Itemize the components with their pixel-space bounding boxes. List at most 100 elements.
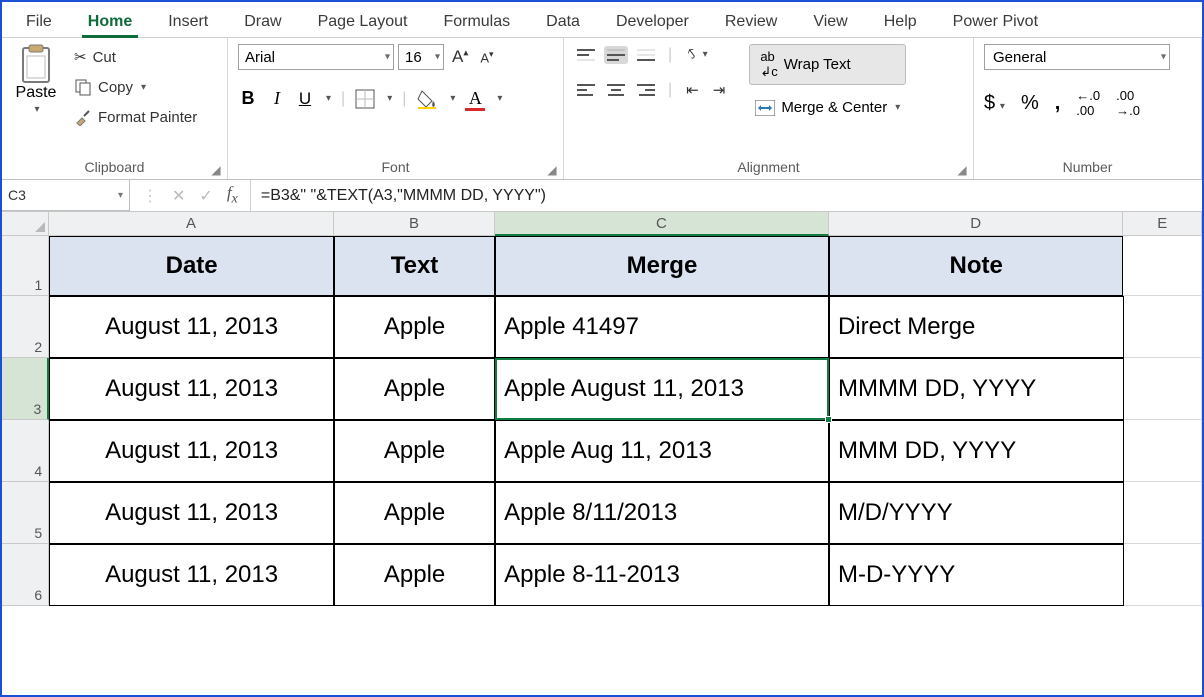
cell-D2[interactable]: Direct Merge: [829, 296, 1124, 358]
wrap-text-button[interactable]: ab↲c Wrap Text: [749, 44, 906, 85]
chevron-down-icon: ▾: [497, 93, 502, 104]
bold-button[interactable]: B: [238, 88, 258, 109]
alignment-launcher[interactable]: ◢: [955, 163, 969, 177]
cell-D6[interactable]: M-D-YYYY: [829, 544, 1124, 606]
orientation-button[interactable]: ⤣▾: [682, 44, 711, 65]
cell-E5[interactable]: [1124, 482, 1202, 544]
cell-A6[interactable]: August 11, 2013: [49, 544, 334, 606]
cell-D5[interactable]: M/D/YYYY: [829, 482, 1124, 544]
cell-A1[interactable]: Date: [49, 236, 334, 296]
font-size-input[interactable]: [398, 44, 444, 70]
row-header-1[interactable]: 1: [2, 236, 49, 296]
cell-D3[interactable]: MMMM DD, YYYY: [829, 358, 1124, 420]
tab-help[interactable]: Help: [866, 5, 935, 37]
table-row: 3 August 11, 2013 Apple Apple August 11,…: [2, 358, 1202, 420]
tab-formulas[interactable]: Formulas: [425, 5, 528, 37]
row-header-2[interactable]: 2: [2, 296, 49, 358]
font-color-button[interactable]: A: [465, 88, 485, 109]
cell-B2[interactable]: Apple: [334, 296, 495, 358]
percent-format-button[interactable]: %: [1021, 92, 1039, 115]
align-top-button[interactable]: [574, 46, 598, 64]
cell-E2[interactable]: [1124, 296, 1202, 358]
cell-C3-text: Apple August 11, 2013: [504, 375, 744, 403]
merge-center-button[interactable]: Merge & Center ▾: [749, 95, 906, 120]
cell-E6[interactable]: [1124, 544, 1202, 606]
cell-C3[interactable]: Apple August 11, 2013: [495, 358, 829, 420]
underline-button[interactable]: U: [296, 89, 314, 109]
cell-A5[interactable]: August 11, 2013: [49, 482, 334, 544]
cell-B5[interactable]: Apple: [334, 482, 495, 544]
font-launcher[interactable]: ◢: [545, 163, 559, 177]
name-box[interactable]: C3 ▾: [2, 180, 130, 211]
paste-button[interactable]: Paste ▾: [12, 44, 60, 115]
cell-D4[interactable]: MMM DD, YYYY: [829, 420, 1124, 482]
align-center-button[interactable]: [604, 81, 628, 99]
cancel-formula-button[interactable]: ✕: [172, 186, 185, 206]
comma-format-button[interactable]: ,: [1055, 92, 1061, 115]
align-middle-button[interactable]: [604, 46, 628, 64]
align-bottom-button[interactable]: [634, 46, 658, 64]
cell-E1[interactable]: [1123, 236, 1202, 296]
row-header-3[interactable]: 3: [2, 358, 49, 420]
font-name-input[interactable]: [238, 44, 394, 70]
copy-button[interactable]: Copy ▾: [70, 76, 201, 98]
tab-page-layout[interactable]: Page Layout: [300, 5, 426, 37]
clipboard-launcher[interactable]: ◢: [209, 163, 223, 177]
tab-power-pivot[interactable]: Power Pivot: [935, 5, 1056, 37]
cell-B4[interactable]: Apple: [334, 420, 495, 482]
cell-C4[interactable]: Apple Aug 11, 2013: [495, 420, 829, 482]
row-header-6[interactable]: 6: [2, 544, 49, 606]
formula-bar[interactable]: =B3&" "&TEXT(A3,"MMMM DD, YYYY"): [251, 180, 1202, 211]
cell-B3[interactable]: Apple: [334, 358, 495, 420]
tab-home[interactable]: Home: [70, 5, 150, 37]
italic-button[interactable]: I: [268, 88, 286, 109]
col-header-A[interactable]: A: [49, 212, 334, 236]
tab-view[interactable]: View: [795, 5, 865, 37]
cell-C5[interactable]: Apple 8/11/2013: [495, 482, 829, 544]
tab-review[interactable]: Review: [707, 5, 795, 37]
col-header-C[interactable]: C: [495, 212, 829, 236]
fill-color-button[interactable]: [416, 89, 438, 109]
tab-developer[interactable]: Developer: [598, 5, 707, 37]
font-size-select[interactable]: ▾: [398, 44, 444, 70]
cell-E3[interactable]: [1124, 358, 1202, 420]
decrease-font-size-button[interactable]: A▾: [476, 47, 497, 67]
fill-handle[interactable]: [825, 416, 832, 423]
row-header-5[interactable]: 5: [2, 482, 49, 544]
format-painter-button[interactable]: Format Painter: [70, 106, 201, 128]
cell-C6[interactable]: Apple 8-11-2013: [495, 544, 829, 606]
cell-B1[interactable]: Text: [334, 236, 495, 296]
col-header-B[interactable]: B: [334, 212, 495, 236]
increase-indent-button[interactable]: ⇥: [709, 79, 730, 101]
cell-E4[interactable]: [1124, 420, 1202, 482]
tab-data[interactable]: Data: [528, 5, 598, 37]
cell-B6[interactable]: Apple: [334, 544, 495, 606]
accounting-format-button[interactable]: $ ▾: [984, 92, 1005, 115]
cut-button[interactable]: ✂ Cut: [70, 46, 201, 68]
increase-font-size-button[interactable]: A▴: [448, 45, 472, 69]
number-format-input[interactable]: [984, 44, 1170, 70]
increase-decimal-button[interactable]: ←.0.00: [1076, 88, 1100, 118]
row-header-4[interactable]: 4: [2, 420, 49, 482]
fx-icon[interactable]: fx: [227, 183, 238, 207]
decrease-decimal-button[interactable]: .00→.0: [1116, 88, 1140, 118]
borders-button[interactable]: [355, 89, 375, 109]
col-header-D[interactable]: D: [829, 212, 1124, 236]
decrease-indent-button[interactable]: ⇤: [682, 79, 703, 101]
cell-A4[interactable]: August 11, 2013: [49, 420, 334, 482]
align-right-button[interactable]: [634, 81, 658, 99]
cell-C1[interactable]: Merge: [495, 236, 829, 296]
cell-A3[interactable]: August 11, 2013: [49, 358, 334, 420]
number-format-select[interactable]: ▾: [984, 44, 1170, 70]
cell-D1[interactable]: Note: [829, 236, 1124, 296]
enter-formula-button[interactable]: ✓: [199, 186, 212, 206]
select-all-corner[interactable]: [2, 212, 49, 236]
tab-file[interactable]: File: [8, 5, 70, 37]
tab-draw[interactable]: Draw: [226, 5, 299, 37]
cell-A2[interactable]: August 11, 2013: [49, 296, 334, 358]
align-left-button[interactable]: [574, 81, 598, 99]
cell-C2[interactable]: Apple 41497: [495, 296, 829, 358]
font-name-select[interactable]: ▾: [238, 44, 394, 70]
tab-insert[interactable]: Insert: [150, 5, 226, 37]
col-header-E[interactable]: E: [1123, 212, 1202, 236]
